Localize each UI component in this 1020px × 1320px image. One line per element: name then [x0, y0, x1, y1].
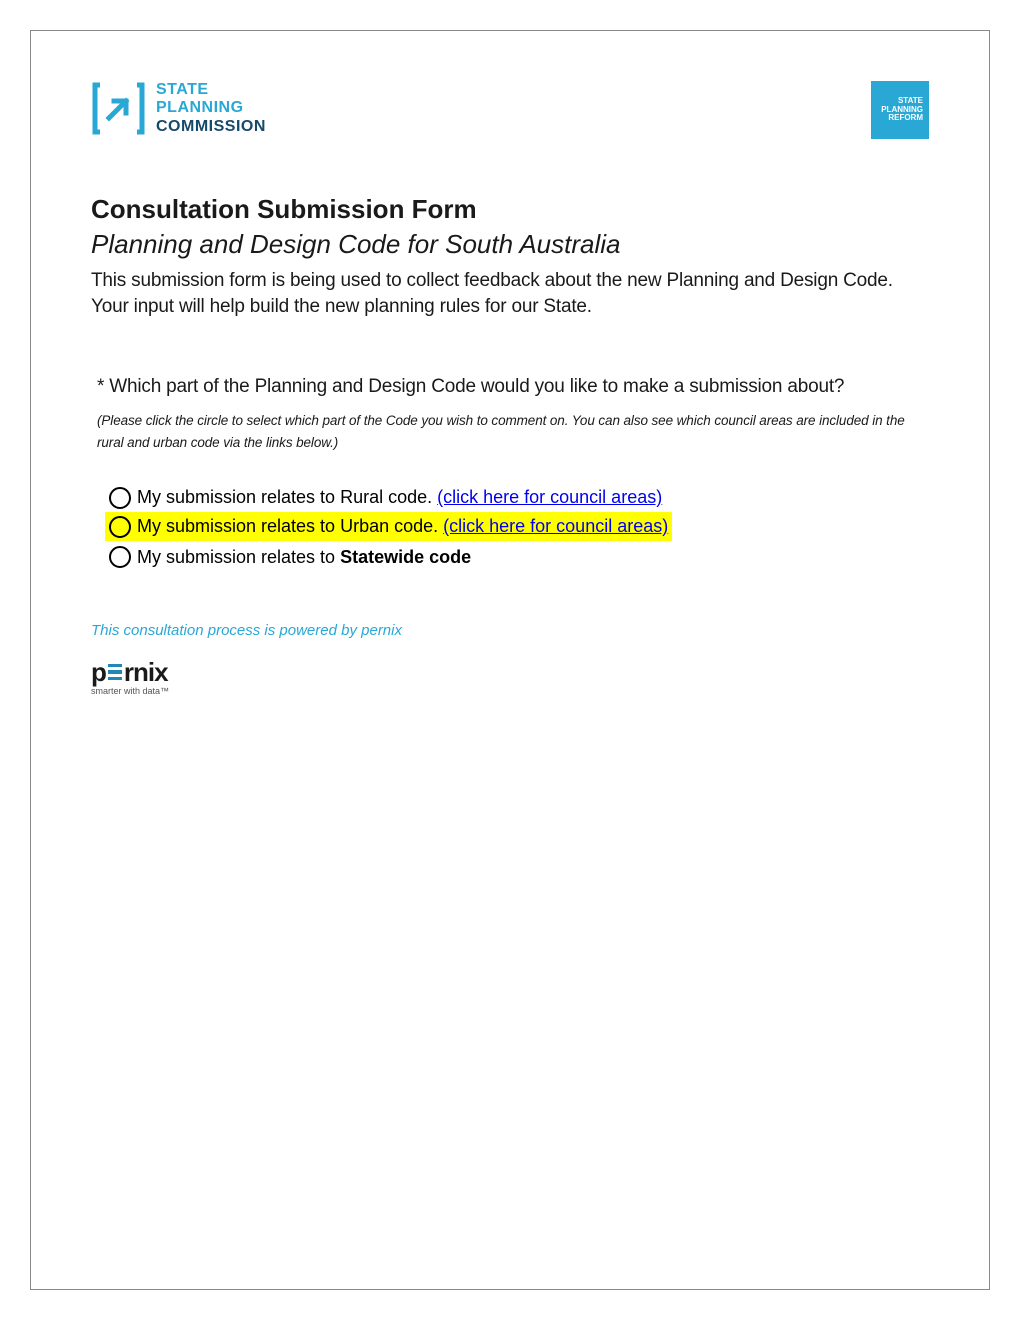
option-label: My submission relates to: [137, 544, 340, 571]
option-urban[interactable]: My submission relates to Urban code. (cl…: [105, 512, 672, 541]
option-label: My submission relates to Urban code.: [137, 513, 443, 540]
state-planning-reform-badge: STATE PLANNING REFORM: [871, 81, 929, 139]
question-hint: (Please click the circle to select which…: [97, 410, 929, 453]
urban-council-areas-link[interactable]: (click here for council areas): [443, 513, 668, 540]
state-planning-commission-logo: STATE PLANNING COMMISSION: [91, 81, 266, 136]
rural-council-areas-link[interactable]: (click here for council areas): [437, 484, 662, 511]
radio-options: My submission relates to Rural code. (cl…: [91, 483, 929, 572]
intro-paragraph: This submission form is being used to co…: [91, 268, 929, 319]
pernix-tagline: smarter with data™: [91, 686, 929, 696]
radio-icon[interactable]: [109, 546, 131, 568]
header-logos: STATE PLANNING COMMISSION STATE PLANNING…: [91, 81, 929, 139]
spc-logo-line3: COMMISSION: [156, 118, 266, 136]
spc-arrow-icon: [91, 81, 146, 136]
spc-logo-line1: STATE: [156, 81, 266, 99]
question-block: * Which part of the Planning and Design …: [91, 374, 929, 453]
page-title: Consultation Submission Form: [91, 194, 929, 225]
pernix-e-icon: [108, 664, 122, 681]
pernix-logo: prnix smarter with data™: [91, 657, 929, 696]
document-page: STATE PLANNING COMMISSION STATE PLANNING…: [30, 30, 990, 1290]
option-rural[interactable]: My submission relates to Rural code. (cl…: [105, 483, 929, 512]
radio-icon[interactable]: [109, 487, 131, 509]
footer-note: This consultation process is powered by …: [91, 622, 929, 639]
option-statewide[interactable]: My submission relates to Statewide code: [105, 543, 929, 572]
reform-line3: REFORM: [888, 114, 923, 123]
option-label-bold: Statewide code: [340, 544, 471, 571]
pernix-wordmark: prnix: [91, 657, 929, 688]
radio-icon[interactable]: [109, 516, 131, 538]
spc-logo-line2: PLANNING: [156, 99, 266, 117]
option-label: My submission relates to Rural code.: [137, 484, 437, 511]
page-subtitle: Planning and Design Code for South Austr…: [91, 229, 929, 260]
question-text: * Which part of the Planning and Design …: [97, 374, 929, 400]
